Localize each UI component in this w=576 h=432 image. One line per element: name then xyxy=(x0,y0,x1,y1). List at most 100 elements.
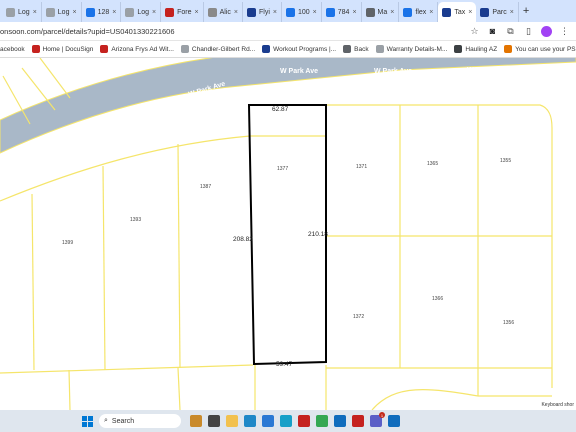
tab-3[interactable]: Log × xyxy=(121,2,162,22)
bookmark-star-icon[interactable]: ☆ xyxy=(469,26,480,37)
log-favicon xyxy=(6,7,15,17)
mcafee2-icon[interactable] xyxy=(352,415,364,427)
street-label: W Park Ave xyxy=(467,67,505,74)
close-icon[interactable]: × xyxy=(195,9,199,16)
close-icon[interactable]: × xyxy=(352,9,356,16)
bookmark-item[interactable]: Workout Programs |... xyxy=(262,45,336,53)
notification-badge: 1 xyxy=(379,412,385,418)
dimension-right: 210.18 xyxy=(308,231,328,238)
close-icon[interactable]: × xyxy=(390,9,394,16)
close-icon[interactable]: × xyxy=(313,9,317,16)
chrome-icon[interactable] xyxy=(316,415,328,427)
new-tab-icon[interactable]: + xyxy=(519,5,533,17)
bookmark-label: Workout Programs |... xyxy=(273,45,337,53)
bookmark-favicon-icon xyxy=(100,45,109,53)
bookmark-favicon-icon xyxy=(454,45,463,53)
tab-0[interactable]: Log × xyxy=(2,2,42,22)
tab-12[interactable]: Parc × xyxy=(476,2,519,22)
windows-start-icon[interactable] xyxy=(82,415,93,427)
doc-favicon xyxy=(207,7,217,17)
bookmark-favicon-icon xyxy=(343,45,352,53)
url-field[interactable]: onsoon.com/parcel/details?upid=US0401330… xyxy=(0,27,469,36)
close-icon[interactable]: × xyxy=(72,9,76,16)
parcel-number: 1372 xyxy=(353,314,365,320)
outlook-icon[interactable] xyxy=(334,415,346,427)
extensions-puzzle-icon[interactable]: ⧉ xyxy=(505,26,516,37)
bookmark-item[interactable]: Chandler-Gilbert Rd... xyxy=(180,45,255,53)
page-favicon xyxy=(325,7,335,17)
bookmark-item[interactable]: Home | DocuSign xyxy=(31,45,93,53)
parcel-number: 1399 xyxy=(62,240,74,246)
tab-label: Ma xyxy=(377,8,388,16)
side-panel-icon[interactable]: ▯ xyxy=(523,26,534,37)
parcel-number: 1371 xyxy=(356,164,368,170)
meet-icon[interactable] xyxy=(280,415,292,427)
extension-icon[interactable]: ◙ xyxy=(487,26,498,37)
bookmark-favicon-icon xyxy=(504,45,513,53)
tab-10[interactable]: flex × xyxy=(399,2,439,22)
parcel-number: 1393 xyxy=(130,217,142,223)
close-icon[interactable]: × xyxy=(468,9,472,16)
tab-1[interactable]: Log × xyxy=(42,2,82,22)
file-explorer-icon[interactable] xyxy=(226,415,238,427)
street-label: W Park Ave xyxy=(280,68,318,75)
bookmark-label: Back xyxy=(354,45,369,53)
bookmark-item[interactable]: acebook xyxy=(0,46,25,53)
dimension-top: 62.87 xyxy=(272,106,289,113)
bookmark-label: acebook xyxy=(0,45,25,53)
close-icon[interactable]: × xyxy=(152,9,156,16)
tab-label: Log xyxy=(57,8,70,16)
close-icon[interactable]: × xyxy=(33,9,37,16)
bookmark-item[interactable]: You can use your PS... xyxy=(504,45,576,53)
mcafee-icon[interactable] xyxy=(298,415,310,427)
bookmark-label: Arizona Frys Ad Wit... xyxy=(111,45,174,53)
fore-favicon xyxy=(165,7,175,17)
profile-avatar[interactable] xyxy=(541,25,552,37)
tab-8[interactable]: 784 × xyxy=(322,2,362,22)
bookmark-label: Warranty Details-M... xyxy=(386,45,448,53)
address-bar: onsoon.com/parcel/details?upid=US0401330… xyxy=(0,22,576,41)
bookmark-favicon-icon xyxy=(375,45,384,53)
parcel-number: 1377 xyxy=(277,166,289,172)
map-attribution[interactable]: Keyboard shor xyxy=(541,402,574,408)
tab-11[interactable]: Tax × xyxy=(438,2,477,22)
tab-5[interactable]: Alic × xyxy=(204,2,243,22)
bookmark-item[interactable]: Warranty Details-M... xyxy=(375,45,448,53)
search-icon: ⌕ xyxy=(104,417,108,424)
page-favicon xyxy=(285,7,295,17)
tab-9[interactable]: Ma × xyxy=(362,2,400,22)
edge-icon[interactable] xyxy=(244,415,256,427)
tab-label: Alic xyxy=(219,8,231,16)
tab-label: 100 xyxy=(297,8,310,16)
bookmark-item[interactable]: Back xyxy=(343,45,369,53)
bookmark-item[interactable]: Arizona Frys Ad Wit... xyxy=(100,45,174,53)
tab-label: Log xyxy=(137,8,150,16)
widgets-icon[interactable] xyxy=(190,415,202,427)
close-icon[interactable]: × xyxy=(510,9,514,16)
close-icon[interactable]: × xyxy=(234,9,238,16)
close-icon[interactable]: × xyxy=(429,9,433,16)
bookmark-item[interactable]: Hauling AZ xyxy=(454,45,497,53)
page-favicon xyxy=(403,7,413,17)
log-favicon xyxy=(45,7,55,17)
search-label: Search xyxy=(111,417,135,425)
parcel-number: 1365 xyxy=(427,161,439,167)
tab-2[interactable]: 128 × xyxy=(82,2,122,22)
teams-icon[interactable]: 1 xyxy=(370,412,385,427)
task-view-icon[interactable] xyxy=(208,415,220,427)
tab-label: Fore xyxy=(177,8,192,16)
menu-icon[interactable]: ⋮ xyxy=(559,26,570,37)
parcel-map[interactable]: W Park Ave W Park Ave W Park Ave W Park … xyxy=(0,58,576,410)
parcel-number: 1356 xyxy=(503,320,515,326)
tab-6[interactable]: Flyi × xyxy=(243,2,282,22)
tab-label: Parc xyxy=(492,8,507,16)
bookmark-label: Hauling AZ xyxy=(465,45,498,53)
close-icon[interactable]: × xyxy=(112,9,116,16)
store-icon[interactable] xyxy=(262,415,274,427)
tab-7[interactable]: 100 × xyxy=(282,2,322,22)
close-icon[interactable]: × xyxy=(273,9,277,16)
tab-4[interactable]: Fore × xyxy=(161,2,204,22)
taskbar-search[interactable]: ⌕ Search xyxy=(99,414,181,428)
notification-icon[interactable] xyxy=(388,415,400,427)
bookmark-label: You can use your PS... xyxy=(515,45,576,53)
